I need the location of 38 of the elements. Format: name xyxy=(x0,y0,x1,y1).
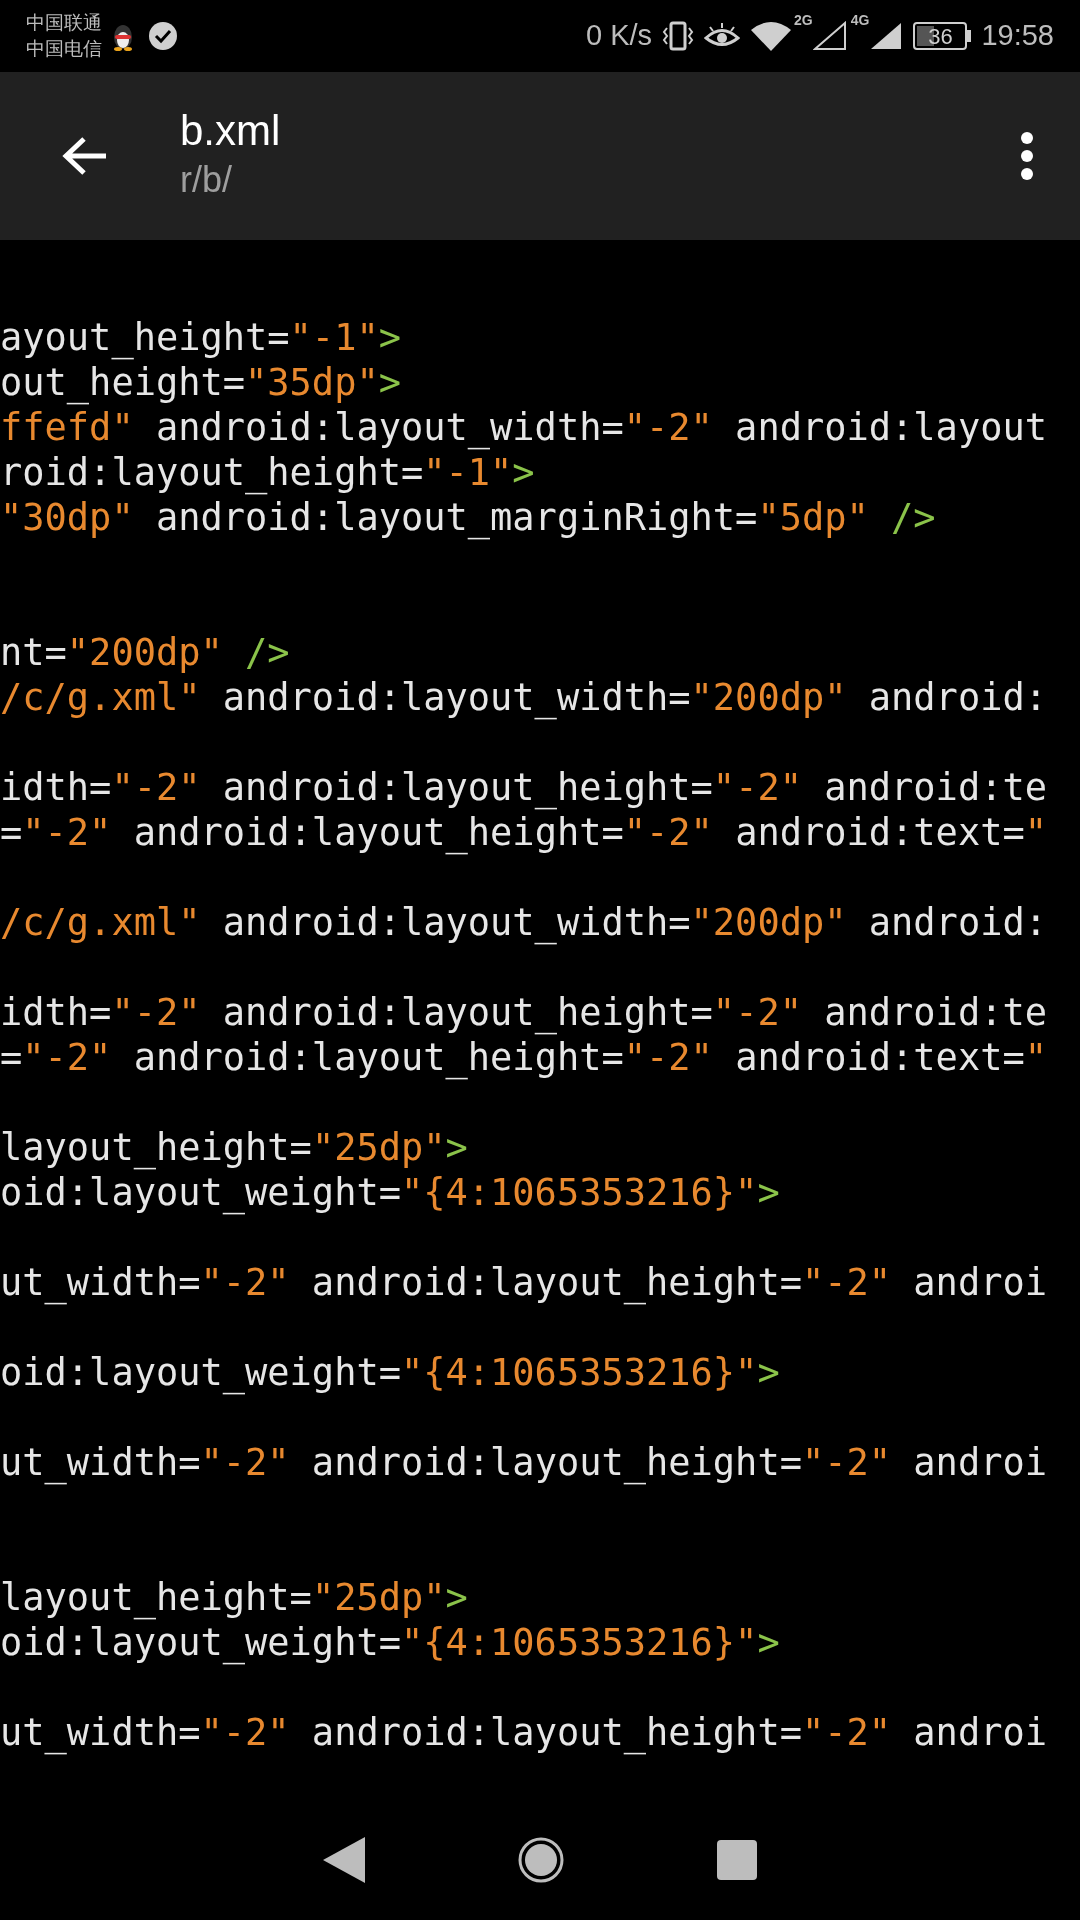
vibrate-icon xyxy=(662,20,695,52)
code-line: ut_width="-2" android:layout_height="-2" androi xyxy=(0,1711,1047,1754)
back-nav-icon[interactable] xyxy=(321,1835,367,1885)
network-type: 2G xyxy=(794,11,813,30)
more-icon xyxy=(1020,131,1034,181)
signal-icon xyxy=(869,21,904,51)
network-type: 4G xyxy=(850,11,870,30)
file-path: r/b/ xyxy=(180,158,233,202)
code-line: layout_height="25dp"> xyxy=(0,1576,468,1619)
clock: 19:58 xyxy=(981,18,1054,54)
code-line: oid:layout_weight="{4:1065353216}"> xyxy=(0,1621,780,1664)
code-line: ffefd" android:layout_width="-2" android:layout xyxy=(0,406,1047,449)
code-line: oid:layout_weight="{4:1065353216}"> xyxy=(0,1351,780,1394)
code-line: ut_width="-2" android:layout_height="-2" androi xyxy=(0,1441,1047,1484)
code-line: layout_height="25dp"> xyxy=(0,1126,468,1169)
code-line: nt="200dp" /> xyxy=(0,631,290,674)
signal-icon xyxy=(812,21,847,51)
wifi-icon xyxy=(750,20,793,52)
code-line: "30dp" android:layout_marginRight="5dp" /> xyxy=(0,496,936,539)
code-line: ="-2" android:layout_height="-2" android:text=" xyxy=(0,1036,1047,1079)
code-line: oid:layout_weight="{4:1065353216}"> xyxy=(0,1171,780,1214)
code-line: idth="-2" android:layout_height="-2" android:te xyxy=(0,766,1047,809)
code-line: /c/g.xml" android:layout_width="200dp" android: xyxy=(0,901,1047,944)
file-title: b.xml xyxy=(180,106,282,156)
recents-nav-icon[interactable] xyxy=(715,1838,759,1882)
code-line: /c/g.xml" android:layout_width="200dp" android: xyxy=(0,676,1047,719)
code-line: ="-2" android:layout_height="-2" android:text=" xyxy=(0,811,1047,854)
code-line: ayout_height="-1"> xyxy=(0,316,401,359)
code-line: idth="-2" android:layout_height="-2" android:te xyxy=(0,991,1047,1034)
carrier-name: 中国电信 xyxy=(26,37,102,61)
carrier-name: 中国联通 xyxy=(26,11,102,35)
code-line: out_height="35dp"> xyxy=(0,361,401,404)
back-arrow-icon xyxy=(62,136,108,176)
code-line: roid:layout_height="-1"> xyxy=(0,451,535,494)
home-nav-icon[interactable] xyxy=(517,1836,565,1884)
code-line: ut_width="-2" android:layout_height="-2" androi xyxy=(0,1261,1047,1304)
network-speed: 0 K/s xyxy=(585,18,653,54)
check-circle-icon xyxy=(148,21,178,51)
